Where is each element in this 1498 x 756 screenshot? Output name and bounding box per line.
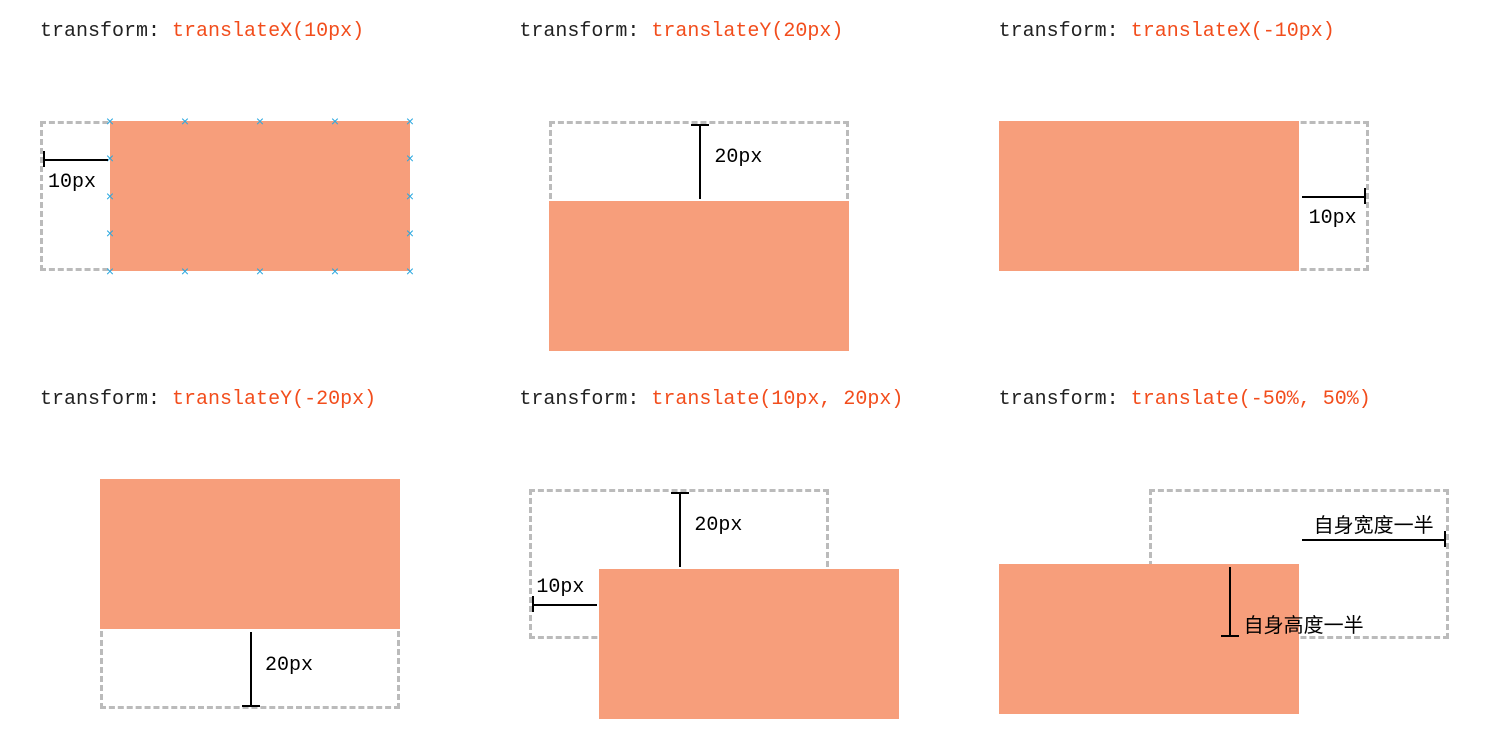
diagram: 20px [40, 449, 499, 736]
translated-box [999, 121, 1299, 271]
example-translatex-negative: transform: translateX(-10px) 10px [999, 20, 1458, 368]
css-declaration: transform: translateX(10px) [40, 20, 499, 43]
translated-box [999, 564, 1299, 714]
resize-handle-icon: × [104, 227, 116, 239]
example-translate-xy: transform: translate(10px, 20px) 20px 10… [519, 388, 978, 736]
dimension-line [699, 124, 701, 199]
resize-handle-icon: × [179, 115, 191, 127]
example-translate-percent: transform: translate(-50%, 50%) 自身宽度一半 自… [999, 388, 1458, 736]
diagram: 20px [519, 81, 978, 368]
property-value: translateX(-10px) [1131, 20, 1335, 43]
dimension-label: 10px [48, 171, 96, 194]
css-declaration: transform: translateY(-20px) [40, 388, 499, 411]
css-declaration: transform: translate(10px, 20px) [519, 388, 978, 411]
property-name: transform: [999, 388, 1119, 411]
diagram: × × × × × × × × × × × × × × × × 10px [40, 81, 499, 368]
resize-handle-icon: × [104, 152, 116, 164]
property-name: transform: [40, 20, 160, 43]
property-name: transform: [519, 20, 639, 43]
resize-handle-icon: × [254, 115, 266, 127]
property-name: transform: [519, 388, 639, 411]
dimension-tick [1221, 635, 1239, 637]
diagram: 20px 10px [519, 449, 978, 736]
css-declaration: transform: translateX(-10px) [999, 20, 1458, 43]
dimension-tick [242, 705, 260, 707]
diagram: 自身宽度一半 自身高度一半 [999, 449, 1458, 736]
property-value: translateY(20px) [651, 20, 843, 43]
dimension-line [43, 159, 108, 161]
dimension-tick [1364, 188, 1366, 204]
translated-box [110, 121, 410, 271]
translated-box [100, 479, 400, 629]
resize-handle-icon: × [104, 115, 116, 127]
dimension-label: 20px [265, 654, 313, 677]
dimension-line [679, 492, 681, 567]
dimension-line [1302, 196, 1366, 198]
dimension-line [532, 604, 597, 606]
dimension-label: 自身高度一半 [1244, 609, 1364, 638]
resize-handle-icon: × [104, 265, 116, 277]
resize-handle-icon: × [404, 115, 416, 127]
resize-handle-icon: × [254, 265, 266, 277]
resize-handle-icon: × [404, 152, 416, 164]
property-value: translate(10px, 20px) [651, 388, 903, 411]
resize-handle-icon: × [179, 265, 191, 277]
dimension-label: 自身宽度一半 [1314, 509, 1434, 538]
dimension-line [1229, 567, 1231, 637]
example-translatey-negative: transform: translateY(-20px) 20px [40, 388, 499, 736]
dimension-tick [1444, 531, 1446, 547]
translated-box [549, 201, 849, 351]
property-name: transform: [999, 20, 1119, 43]
css-declaration: transform: translate(-50%, 50%) [999, 388, 1458, 411]
property-name: transform: [40, 388, 160, 411]
property-value: translate(-50%, 50%) [1131, 388, 1371, 411]
resize-handle-icon: × [404, 190, 416, 202]
diagram: 10px [999, 81, 1458, 368]
dimension-tick [43, 151, 45, 167]
example-translatey-positive: transform: translateY(20px) 20px [519, 20, 978, 368]
resize-handle-icon: × [104, 190, 116, 202]
dimension-tick [671, 492, 689, 494]
css-declaration: transform: translateY(20px) [519, 20, 978, 43]
dimension-label: 20px [714, 146, 762, 169]
dimension-label: 10px [536, 576, 584, 599]
dimension-line [1302, 539, 1446, 541]
resize-handle-icon: × [404, 227, 416, 239]
dimension-tick [691, 124, 709, 126]
dimension-label: 10px [1309, 207, 1357, 230]
property-value: translateX(10px) [172, 20, 364, 43]
translated-box [599, 569, 899, 719]
resize-handle-icon: × [329, 265, 341, 277]
dimension-line [250, 632, 252, 707]
dimension-label: 20px [694, 514, 742, 537]
dimension-tick [532, 596, 534, 612]
resize-handle-icon: × [329, 115, 341, 127]
example-translatex-positive: transform: translateX(10px) × × × × × × … [40, 20, 499, 368]
property-value: translateY(-20px) [172, 388, 376, 411]
resize-handle-icon: × [404, 265, 416, 277]
